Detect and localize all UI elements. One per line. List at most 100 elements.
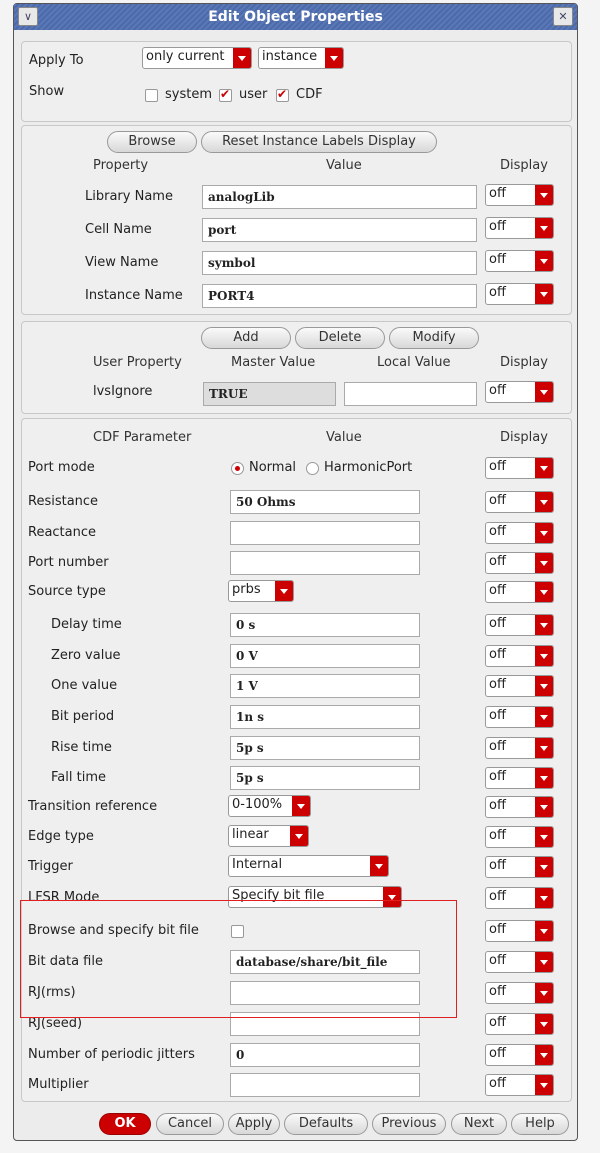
cdf-value-input[interactable]: 0 V [230, 644, 420, 668]
window-menu-button[interactable]: ∨ [18, 7, 38, 26]
cdf-value-input[interactable]: 5p s [230, 736, 420, 760]
property-value-input[interactable]: analogLib [202, 185, 477, 209]
port-mode-radio-harmonicport[interactable] [306, 462, 319, 475]
chevron-down-icon [535, 646, 553, 666]
apply-button[interactable]: Apply [228, 1113, 280, 1135]
cdf-value-dropdown-value: prbs [232, 582, 261, 597]
show-user-checkbox[interactable] [219, 87, 232, 102]
display-dropdown[interactable]: off [485, 856, 554, 878]
chevron-down-icon [535, 218, 553, 238]
display-dropdown-value: off [489, 798, 506, 813]
display-dropdown[interactable]: off [485, 522, 554, 544]
chevron-down-icon [535, 382, 553, 402]
property-value-input[interactable]: symbol [202, 251, 477, 275]
chevron-down-icon [535, 1014, 553, 1034]
chevron-down-icon [535, 797, 553, 817]
cdf-value-input[interactable]: 1 V [230, 674, 420, 698]
reset-instance-labels-button[interactable]: Reset Instance Labels Display [201, 131, 437, 153]
display-dropdown[interactable]: off [485, 1074, 554, 1096]
cdf-value-input[interactable]: 0 [230, 1043, 420, 1067]
close-button[interactable]: ✕ [553, 7, 573, 26]
display-dropdown[interactable]: off [485, 951, 554, 973]
ok-button[interactable]: OK [99, 1113, 151, 1135]
cdf-value-input[interactable]: 0 s [230, 613, 420, 637]
display-dropdown-value: off [489, 616, 506, 631]
master-value-field: TRUE [203, 382, 336, 406]
display-dropdown-value: off [489, 889, 506, 904]
display-dropdown[interactable]: off [485, 920, 554, 942]
chevron-down-icon [535, 284, 553, 304]
cdf-value-input[interactable]: 1n s [230, 705, 420, 729]
properties-panel: Browse Reset Instance Labels Display Pro… [21, 125, 572, 315]
next-button[interactable]: Next [451, 1113, 507, 1135]
display-dropdown[interactable]: off [485, 491, 554, 513]
cdf-value-dropdown[interactable]: Internal [228, 855, 389, 877]
display-dropdown[interactable]: off [485, 826, 554, 848]
modify-button[interactable]: Modify [389, 327, 479, 349]
display-dropdown[interactable]: off [485, 217, 554, 239]
cdf-value-dropdown[interactable]: linear [228, 825, 309, 847]
display-dropdown[interactable]: off [485, 250, 554, 272]
cdf-value-input[interactable]: 5p s [230, 766, 420, 790]
property-value-input[interactable]: port [202, 218, 477, 242]
display-dropdown[interactable]: off [485, 982, 554, 1004]
previous-button[interactable]: Previous [372, 1113, 446, 1135]
display-dropdown[interactable]: off [485, 796, 554, 818]
cancel-button[interactable]: Cancel [156, 1113, 224, 1135]
cdf-param-label: Delay time [51, 617, 122, 632]
cdf-value-input[interactable] [230, 551, 420, 575]
display-dropdown[interactable]: off [485, 614, 554, 636]
display-dropdown[interactable]: off [485, 706, 554, 728]
chevron-down-icon [535, 738, 553, 758]
show-cdf-checkbox[interactable] [276, 87, 289, 102]
display-dropdown-value: off [489, 677, 506, 692]
user-property-name: lvsIgnore [93, 384, 153, 399]
display-dropdown[interactable]: off [485, 581, 554, 603]
chevron-down-icon [535, 952, 553, 972]
user-properties-panel: Add Delete Modify User Property Master V… [21, 321, 572, 414]
display-dropdown[interactable]: off [485, 737, 554, 759]
apply-type-dropdown[interactable]: instance [258, 47, 344, 69]
cdf-value-input[interactable] [230, 1073, 420, 1097]
chevron-down-icon [535, 185, 553, 205]
display-dropdown[interactable]: off [485, 767, 554, 789]
cdf-param-label: Fall time [51, 770, 106, 785]
display-dropdown[interactable]: off [485, 1013, 554, 1035]
property-value-input[interactable]: PORT4 [202, 284, 477, 308]
apply-scope-dropdown[interactable]: only current [142, 47, 252, 69]
add-button[interactable]: Add [201, 327, 291, 349]
help-button[interactable]: Help [511, 1113, 569, 1135]
cdf-param-label: Edge type [28, 829, 94, 844]
display-dropdown-value: off [489, 554, 506, 569]
display-dropdown[interactable]: off [485, 1044, 554, 1066]
display-dropdown[interactable]: off [485, 283, 554, 305]
cdf-value-dropdown[interactable]: prbs [228, 580, 294, 602]
display-dropdown[interactable]: off [485, 675, 554, 697]
display-dropdown[interactable]: off [485, 184, 554, 206]
defaults-button[interactable]: Defaults [284, 1113, 368, 1135]
cdf-value-dropdown-value: Internal [232, 857, 283, 872]
chevron-down-icon [535, 857, 553, 877]
port-mode-radio-normal[interactable] [231, 462, 244, 475]
chevron-down-icon [535, 983, 553, 1003]
cdf-value-dropdown[interactable]: 0-100% [228, 795, 311, 817]
cdf-value-input[interactable]: 50 Ohms [230, 490, 420, 514]
delete-button[interactable]: Delete [295, 327, 385, 349]
property-label: View Name [85, 255, 159, 270]
property-label: Library Name [85, 189, 173, 204]
value-header: Value [326, 430, 362, 445]
cdf-value-dropdown-value: 0-100% [232, 797, 283, 812]
local-value-header: Local Value [377, 355, 451, 370]
display-dropdown[interactable]: off [485, 552, 554, 574]
display-dropdown-value: off [489, 252, 506, 267]
cdf-param-label: Multiplier [28, 1077, 89, 1092]
browse-button[interactable]: Browse [107, 131, 197, 153]
display-dropdown[interactable]: off [485, 457, 554, 479]
show-system-checkbox[interactable] [145, 89, 158, 102]
cdf-value-input[interactable] [230, 521, 420, 545]
display-dropdown[interactable]: off [485, 887, 554, 909]
display-dropdown[interactable]: off [485, 381, 554, 403]
display-dropdown[interactable]: off [485, 645, 554, 667]
cdf-parameter-header: CDF Parameter [93, 430, 192, 445]
local-value-input[interactable] [344, 382, 477, 406]
